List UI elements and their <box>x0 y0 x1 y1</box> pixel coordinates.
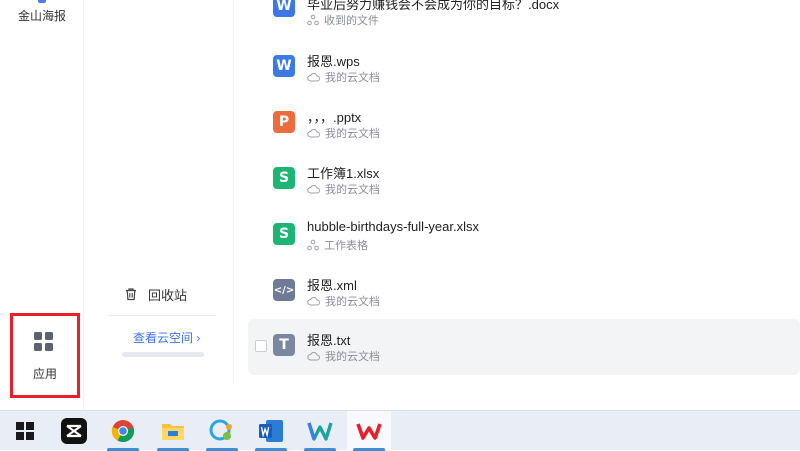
file-row[interactable]: P ，，，.pptx 我的云文档 <box>248 96 800 152</box>
apps-button[interactable]: 应用 <box>10 313 80 398</box>
file-name: 报恩.wps <box>307 54 360 69</box>
nav-column: 回收站 查看云空间 › <box>84 0 234 385</box>
file-name: 报恩.txt <box>307 333 351 348</box>
spreadsheet-file-icon: S <box>273 223 295 245</box>
file-location-label: 收到的文件 <box>324 15 379 27</box>
file-location: 收到的文件 <box>307 12 379 28</box>
windows-icon <box>16 422 34 440</box>
cloud-icon <box>307 352 320 361</box>
file-location-label: 我的云文档 <box>325 296 380 308</box>
cloud-icon <box>307 185 320 194</box>
recycle-bin-label: 回收站 <box>148 287 188 303</box>
view-cloud-space-link[interactable]: 查看云空间 › <box>133 329 200 346</box>
chrome-icon <box>111 420 135 443</box>
taskbar-chat-app[interactable] <box>200 411 244 451</box>
chat-icon <box>209 419 232 441</box>
file-checkbox[interactable] <box>255 340 267 352</box>
file-row[interactable]: S hubble-birthdays-full-year.xlsx 工作表格 <box>248 208 800 264</box>
spreadsheet-file-icon: S <box>273 167 295 189</box>
taskbar-chrome[interactable] <box>101 411 145 451</box>
share-icon <box>307 14 319 26</box>
taskbar-wps-writer[interactable] <box>298 411 342 451</box>
recent-files-list: W 毕业后努力赚钱会不会成为你的目标？.docx 收到的文件 W 报恩.wps … <box>248 0 800 385</box>
text-file-icon: T <box>273 334 295 356</box>
recycle-bin-item[interactable]: 回收站 <box>124 284 187 304</box>
file-row[interactable]: T 报恩.txt 我的云文档 <box>248 319 800 375</box>
file-row[interactable]: S 工作簿1.xlsx 我的云文档 <box>248 152 800 208</box>
file-name: 工作簿1.xlsx <box>307 166 380 181</box>
taskbar-word[interactable] <box>249 411 293 451</box>
apps-label: 应用 <box>32 367 57 381</box>
word-file-icon: W <box>273 55 295 77</box>
apps-grid-icon <box>34 332 56 354</box>
rail-item-poster[interactable]: 金山海报 <box>0 7 84 24</box>
file-location: 我的云文档 <box>307 181 380 197</box>
file-row[interactable]: W 毕业后努力赚钱会不会成为你的目标？.docx 收到的文件 <box>248 0 800 38</box>
folder-icon <box>162 424 184 440</box>
file-location-label: 我的云文档 <box>325 184 380 196</box>
taskbar-file-explorer[interactable] <box>151 411 195 451</box>
file-row[interactable]: W 报恩.wps 我的云文档 <box>248 40 800 96</box>
poster-icon <box>38 0 46 3</box>
word-icon <box>259 420 283 442</box>
cloud-icon <box>307 129 320 138</box>
file-location: 我的云文档 <box>307 293 380 309</box>
taskbar-capcut[interactable] <box>52 411 96 451</box>
file-name: hubble-birthdays-full-year.xlsx <box>307 219 479 234</box>
taskbar <box>0 410 800 451</box>
file-row[interactable]: </> 报恩.xml 我的云文档 <box>248 264 800 320</box>
start-button[interactable] <box>3 411 47 451</box>
file-location: 我的云文档 <box>307 69 380 85</box>
capcut-icon <box>61 418 87 444</box>
cloud-usage-bar <box>122 352 204 357</box>
wps-writer-icon <box>307 422 333 441</box>
file-location-label: 我的云文档 <box>325 351 380 363</box>
divider <box>108 315 216 316</box>
word-file-icon: W <box>273 0 295 17</box>
file-location: 工作表格 <box>307 237 368 253</box>
file-location: 我的云文档 <box>307 125 380 141</box>
file-location: 我的云文档 <box>307 348 380 364</box>
share-icon <box>307 239 319 251</box>
chevron-right-icon: › <box>196 331 201 345</box>
taskbar-wps-office[interactable] <box>347 411 391 451</box>
file-location-label: 工作表格 <box>324 240 368 252</box>
left-rail: 金山海报 应用 <box>0 0 84 410</box>
wps-home-window: 金山海报 应用 回收站 查看云空间 › W 毕业后努力赚钱会不会成为你的目标？.… <box>0 0 800 410</box>
ppt-file-icon: P <box>273 111 295 133</box>
trash-icon <box>126 288 136 301</box>
file-name: 报恩.xml <box>307 278 357 293</box>
xml-file-icon: </> <box>273 279 295 301</box>
view-cloud-space-label: 查看云空间 <box>133 331 194 345</box>
cloud-icon <box>307 73 320 82</box>
file-location-label: 我的云文档 <box>325 128 380 140</box>
file-name: ，，，.pptx <box>307 110 362 125</box>
cloud-icon <box>307 297 320 306</box>
wps-office-icon <box>356 423 382 440</box>
file-location-label: 我的云文档 <box>325 72 380 84</box>
